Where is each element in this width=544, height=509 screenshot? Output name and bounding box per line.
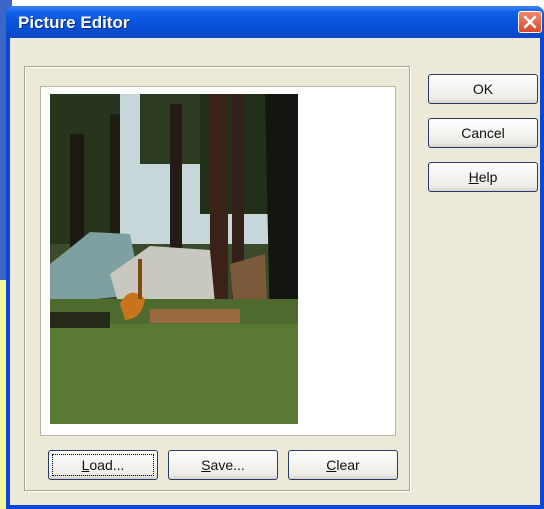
load-button[interactable]: Load...: [48, 450, 158, 480]
cancel-button[interactable]: Cancel: [428, 118, 538, 148]
save-button[interactable]: Save...: [168, 450, 278, 480]
help-button-label: Help: [468, 169, 498, 185]
close-icon: [523, 15, 537, 29]
window-title: Picture Editor: [18, 13, 130, 32]
save-button-label: Save...: [201, 457, 245, 473]
picture-editor-dialog: Picture Editor Load... Save... Clear OK …: [6, 6, 544, 509]
dialog-client-area: Load... Save... Clear OK Cancel Help: [10, 38, 540, 505]
picture-preview: [40, 86, 396, 436]
ok-button[interactable]: OK: [428, 74, 538, 104]
cancel-button-label: Cancel: [461, 125, 505, 141]
close-button[interactable]: [518, 11, 542, 33]
title-bar[interactable]: Picture Editor: [6, 6, 544, 38]
ok-button-label: OK: [472, 81, 494, 97]
help-button[interactable]: Help: [428, 162, 538, 192]
picture-image: [50, 94, 298, 424]
clear-button[interactable]: Clear: [288, 450, 398, 480]
clear-button-label: Clear: [326, 457, 360, 473]
load-button-label: Load...: [81, 457, 125, 473]
